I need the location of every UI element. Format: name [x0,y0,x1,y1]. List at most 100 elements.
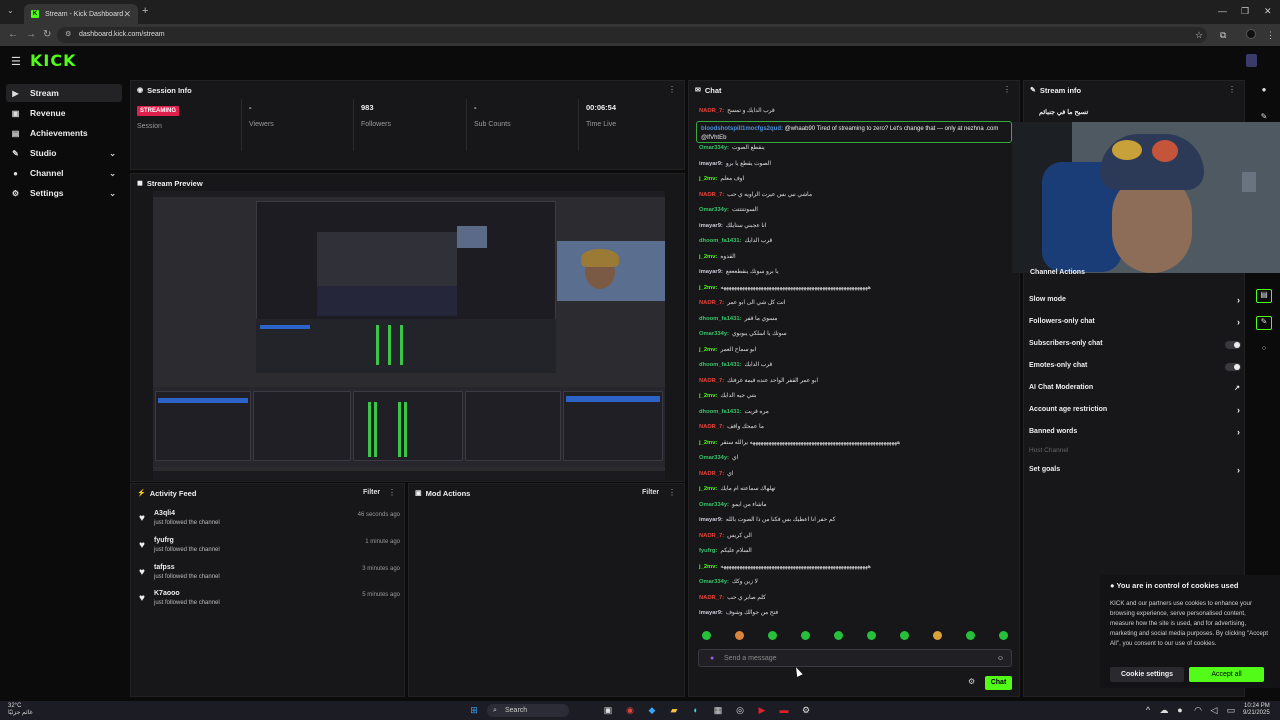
obs-icon[interactable]: ◎ [734,704,746,716]
chat-username[interactable]: j_2mv: [699,440,717,446]
ai-chat-moderation-item[interactable]: AI Chat Moderation ↗ [1029,384,1243,396]
chat-message[interactable]: NADR_7: الي كريس [699,532,752,541]
grid-icon[interactable]: ⁘ [1256,344,1272,358]
profile-avatar[interactable] [1246,29,1256,39]
chat-username[interactable]: NADR_7: [699,108,724,114]
chat-message[interactable]: dhoom_fa1431: مره قربت [699,408,769,417]
chat-message[interactable]: NADR_7: ما عمحك واقف [699,423,764,432]
sidebar-item-settings[interactable]: ⚙ Settings ⌄ [6,184,122,202]
chat-username[interactable]: j_2mv: [699,393,717,399]
account-age-item[interactable]: Account age restriction › [1029,405,1243,418]
chat-message[interactable]: j_2mv: بتني جيه الدايك [699,392,757,401]
chat-settings-gear-icon[interactable]: ⚙ [968,677,975,686]
send-chat-button[interactable]: Chat [985,676,1012,690]
follower-name[interactable]: tafpss [154,564,175,571]
volume-icon[interactable]: ◁ [1208,704,1220,716]
edge-icon[interactable]: ◐ [690,704,702,716]
chat-message[interactable]: j_2mv: اوف معلم [699,175,744,184]
follower-name[interactable]: fyufrg [154,537,174,544]
emote-icon[interactable] [966,631,975,640]
sidebar-item-stream[interactable]: ▶ Stream [6,84,122,102]
windows-start-icon[interactable]: ⊞ [468,704,480,716]
emote-icon[interactable] [768,631,777,640]
steam-icon[interactable]: ⚙ [800,704,812,716]
chat-message[interactable]: NADR_7: ابو عمر القفر الواحد عنده قيمة غر… [699,377,818,386]
accept-all-button[interactable]: Accept all [1189,667,1264,682]
microphone-tray-icon[interactable]: ● [1174,704,1186,716]
chat-username[interactable]: dhoom_fa1431: [699,238,742,244]
chat-message[interactable]: NADR_7: انت كل شي الى ابو عمر [699,299,785,308]
task-view-icon[interactable]: ▣ [602,704,614,716]
chat-message[interactable]: NADR_7: اي [699,470,733,479]
user-avatar[interactable] [1246,54,1257,67]
emote-icon[interactable] [867,631,876,640]
maximize-icon[interactable]: ❐ [1241,6,1249,17]
extensions-icon[interactable]: ⧉ [1220,30,1226,41]
close-tab-icon[interactable]: ✕ [123,9,131,20]
chat-message[interactable]: j_2mv: تهلهاك سماعته ام مايك [699,485,776,494]
chat-message[interactable]: NADR_7: ماشي نبي بس عيرت الزاويه ي حب [699,191,812,200]
chat-message[interactable]: imayar9: فتح من جوالك وشوف [699,609,778,618]
file-explorer-icon[interactable]: ▰ [668,704,680,716]
pinned-message[interactable]: bloodshotspill1mocfgs2qud: @whaab90 Tire… [696,121,1012,143]
chat-username[interactable]: Omar334y: [699,207,729,213]
pinned-username[interactable]: bloodshotspill1mocfgs2qud: [701,126,783,132]
more-options-icon[interactable]: ⋮ [1003,85,1011,94]
battery-icon[interactable]: ▭ [1225,704,1237,716]
youtube-icon[interactable]: ▶ [756,704,768,716]
chat-message[interactable]: dhoom_fa1431: قرب الدايك [699,361,772,370]
chat-message[interactable]: fyufrg: السلام عليكم [699,547,752,556]
chat-username[interactable]: imayar9: [699,610,723,616]
emotes-only-toggle[interactable] [1225,363,1241,371]
chat-message[interactable]: j_2mv: هههههههههههههههههههههههههههههههههه… [699,563,871,572]
chat-username[interactable]: Omar334y: [699,455,729,461]
chat-message[interactable]: imayar9: يا برو سوتك ينقطعععع [699,268,779,277]
close-window-icon[interactable]: ✕ [1264,6,1272,17]
chat-username[interactable]: NADR_7: [699,595,724,601]
chat-message[interactable]: j_2mv: هههههههههههههههههههههههههههههههههه… [699,439,900,448]
chat-message[interactable]: Omar334y: ماشاء من ايمو [699,501,767,510]
set-goals-item[interactable]: Set goals › [1029,465,1243,478]
chat-username[interactable]: j_2mv: [699,486,717,492]
followers-only-item[interactable]: Followers-only chat › [1029,317,1243,330]
store-icon[interactable]: ▦ [712,704,724,716]
kick-logo[interactable]: KICK [30,51,77,70]
chat-username[interactable]: dhoom_fa1431: [699,316,742,322]
slow-mode-item[interactable]: Slow mode › [1029,295,1243,308]
chat-message[interactable]: j_2mv: القدوه [699,253,736,262]
chrome-icon[interactable]: ◉ [624,704,636,716]
emote-icon[interactable] [933,631,942,640]
more-options-icon[interactable]: ⋮ [668,85,676,94]
emote-icon[interactable] [801,631,810,640]
new-tab-icon[interactable]: + [142,5,148,17]
chat-username[interactable]: Omar334y: [699,579,729,585]
taskbar-clock[interactable]: 10:24 PM 9/21/2025 [1243,703,1270,717]
chat-username[interactable]: j_2mv: [699,347,717,353]
emote-icon[interactable] [834,631,843,640]
info-circle-icon[interactable]: ● [1256,85,1272,99]
chat-username[interactable]: j_2mv: [699,285,717,291]
chat-message[interactable]: dhoom_fa1431: قرب الدايك [699,237,772,246]
chat-message[interactable]: Omar334y: السوتتتتتت [699,206,758,215]
chat-username[interactable]: Omar334y: [699,502,729,508]
chat-message[interactable]: Omar334y: سوتك يا اسلكي يبوبوي [699,330,786,339]
sidebar-item-studio[interactable]: ✎ Studio ⌄ [6,144,122,162]
taskbar-search[interactable]: ⌕ Search [487,704,569,717]
chat-message[interactable]: Omar334y: ينقطع الصوت [699,144,765,153]
more-options-icon[interactable]: ⋮ [668,488,676,497]
back-icon[interactable]: ← [8,29,18,40]
chat-username[interactable]: NADR_7: [699,300,724,306]
microphone-icon[interactable]: ● [710,650,714,667]
chat-username[interactable]: NADR_7: [699,378,724,384]
chat-username[interactable]: NADR_7: [699,192,724,198]
chat-username[interactable]: NADR_7: [699,424,724,430]
chat-username[interactable]: dhoom_fa1431: [699,409,742,415]
filter-button[interactable]: Filter [642,489,659,496]
layout-icon[interactable]: ▤ [1256,289,1272,303]
more-options-icon[interactable]: ⋮ [1228,85,1236,94]
minimize-icon[interactable]: — [1218,6,1227,16]
bookmark-star-icon[interactable]: ☆ [1195,30,1203,41]
forward-icon[interactable]: → [26,29,36,40]
url-input[interactable]: ⚙ dashboard.kick.com/stream [57,27,1207,43]
chat-message[interactable]: dhoom_fa1431: مسوي ما قفر [699,315,777,324]
